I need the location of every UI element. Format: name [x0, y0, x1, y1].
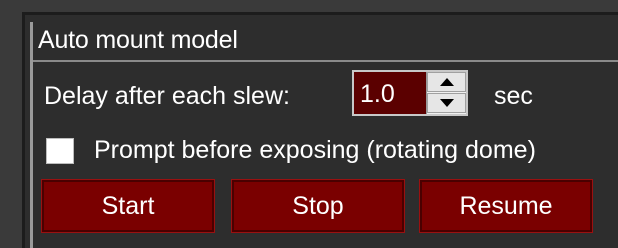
- start-button[interactable]: Start: [41, 179, 215, 233]
- auto-mount-model-window: Auto mount model Delay after each slew: …: [0, 0, 618, 248]
- group-title-divider: [33, 60, 618, 62]
- spinner-up-button[interactable]: [427, 72, 466, 92]
- group-title: Auto mount model: [38, 26, 238, 54]
- window-top-edge: [0, 0, 618, 12]
- spinner-buttons: [426, 72, 466, 114]
- chevron-down-icon: [439, 99, 454, 107]
- resume-button[interactable]: Resume: [419, 179, 593, 233]
- spinner-down-button[interactable]: [427, 93, 466, 113]
- prompt-checkbox[interactable]: [46, 138, 74, 164]
- window-left-edge: [0, 0, 22, 248]
- delay-spinner[interactable]: 1.0: [352, 70, 468, 116]
- delay-value[interactable]: 1.0: [360, 80, 395, 109]
- stop-button[interactable]: Stop: [231, 179, 405, 233]
- prompt-label[interactable]: Prompt before exposing (rotating dome): [94, 136, 536, 165]
- delay-unit-label: sec: [494, 82, 533, 110]
- delay-label: Delay after each slew:: [44, 82, 290, 110]
- chevron-up-icon: [439, 78, 454, 86]
